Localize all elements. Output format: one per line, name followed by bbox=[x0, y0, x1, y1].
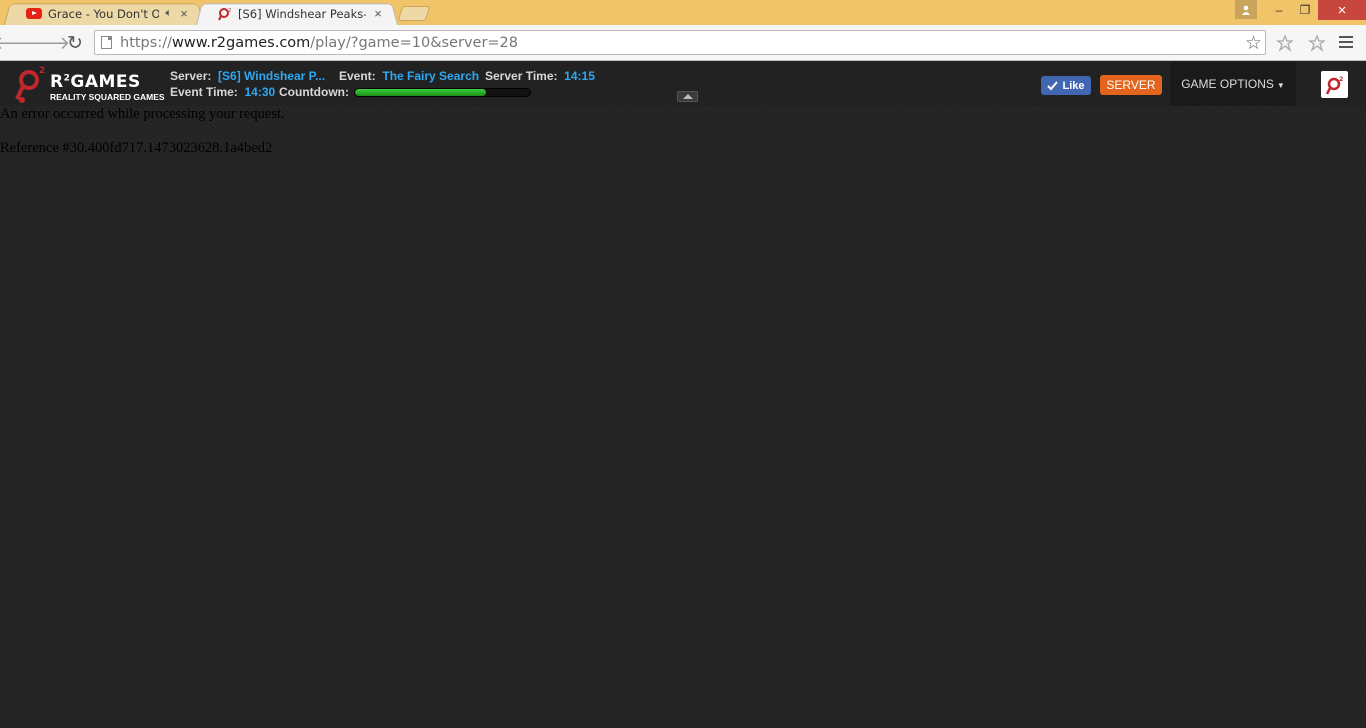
game-content-area: An error occurred while processing your … bbox=[0, 106, 1366, 728]
server-button[interactable]: SERVER bbox=[1100, 75, 1162, 95]
address-bar[interactable]: https://www.r2games.com/play/?game=10&se… bbox=[94, 30, 1266, 55]
server-time: 14:15 bbox=[564, 69, 595, 83]
dropdown-caret-icon: ▼ bbox=[1276, 80, 1285, 90]
svg-text:2: 2 bbox=[1339, 76, 1343, 83]
r2-logo-icon: 2 bbox=[15, 66, 45, 103]
r2-logo-icon: 2 bbox=[1325, 76, 1343, 95]
game-options-menu[interactable]: GAME OPTIONS ▼ bbox=[1170, 62, 1296, 106]
checkmark-icon bbox=[1047, 80, 1059, 90]
server-info: Server: [S6] Windshear P... bbox=[170, 69, 326, 83]
server-time-info: Server Time: 14:15 bbox=[485, 69, 595, 83]
event-name[interactable]: The Fairy Search bbox=[382, 69, 479, 83]
svg-text:2: 2 bbox=[228, 8, 231, 14]
event-time-info: Event Time: 14:30 bbox=[170, 85, 276, 99]
browser-toolbar: 🡐 🡒 ↻ https://www.r2games.com/play/?game… bbox=[0, 25, 1366, 61]
error-message: An error occurred while processing your … bbox=[0, 106, 285, 122]
url-text[interactable]: https://www.r2games.com/play/?game=10&se… bbox=[120, 35, 518, 51]
new-tab-button[interactable] bbox=[397, 6, 431, 21]
r2-home-button[interactable]: 2 bbox=[1321, 71, 1348, 98]
bookmark-star-icon[interactable]: ☆ bbox=[1245, 32, 1262, 55]
youtube-icon bbox=[26, 8, 42, 19]
minimize-button[interactable]: – bbox=[1266, 0, 1292, 20]
tab-strip: Grace - You Don't Own 🔈︎ × 2 [S6] Windsh… bbox=[0, 0, 1366, 25]
collapse-header-button[interactable] bbox=[677, 91, 698, 102]
r2games-header: 2 R2GAMES REALITY SQUARED GAMES Server: … bbox=[0, 62, 1366, 106]
user-profile-icon[interactable] bbox=[1235, 0, 1257, 19]
countdown-progress-bar bbox=[354, 88, 531, 97]
server-name[interactable]: [S6] Windshear P... bbox=[218, 69, 325, 83]
extension-icon[interactable] bbox=[1274, 32, 1296, 54]
r2games-logo[interactable]: 2 R2GAMES REALITY SQUARED GAMES bbox=[12, 64, 165, 104]
maximize-button[interactable]: ❐ bbox=[1292, 0, 1318, 20]
error-reference: Reference #30.400fd717.1473023628.1a4bed… bbox=[0, 140, 273, 156]
speaker-icon[interactable]: 🔈︎ bbox=[165, 7, 172, 20]
event-time: 14:30 bbox=[244, 85, 276, 99]
countdown-progress-fill bbox=[355, 89, 487, 96]
logo-subtitle: REALITY SQUARED GAMES bbox=[50, 92, 165, 102]
facebook-like-button[interactable]: Like bbox=[1041, 76, 1091, 95]
svg-text:2: 2 bbox=[39, 66, 45, 76]
event-info: Event: The Fairy Search bbox=[339, 69, 480, 83]
countdown-label: Countdown: bbox=[279, 85, 349, 99]
tab-r2games[interactable]: 2 [S6] Windshear Peaks-Cry × bbox=[196, 2, 398, 25]
close-window-button[interactable]: × bbox=[1318, 0, 1366, 20]
close-icon[interactable]: × bbox=[372, 7, 384, 20]
reload-icon[interactable]: ↻ bbox=[63, 31, 87, 55]
logo-text: R2GAMES bbox=[50, 72, 141, 92]
r2-favicon-icon: 2 bbox=[218, 7, 231, 20]
tab-youtube[interactable]: Grace - You Don't Own 🔈︎ × bbox=[4, 2, 204, 25]
extension-icon[interactable] bbox=[1306, 32, 1328, 54]
forward-arrow-icon[interactable]: 🡒 bbox=[22, 31, 70, 55]
tab-title: [S6] Windshear Peaks-Cry bbox=[238, 6, 366, 21]
page-icon bbox=[101, 36, 112, 49]
hamburger-menu-icon[interactable] bbox=[1338, 34, 1354, 50]
tab-title: Grace - You Don't Own bbox=[48, 6, 160, 21]
close-icon[interactable]: × bbox=[178, 7, 190, 20]
